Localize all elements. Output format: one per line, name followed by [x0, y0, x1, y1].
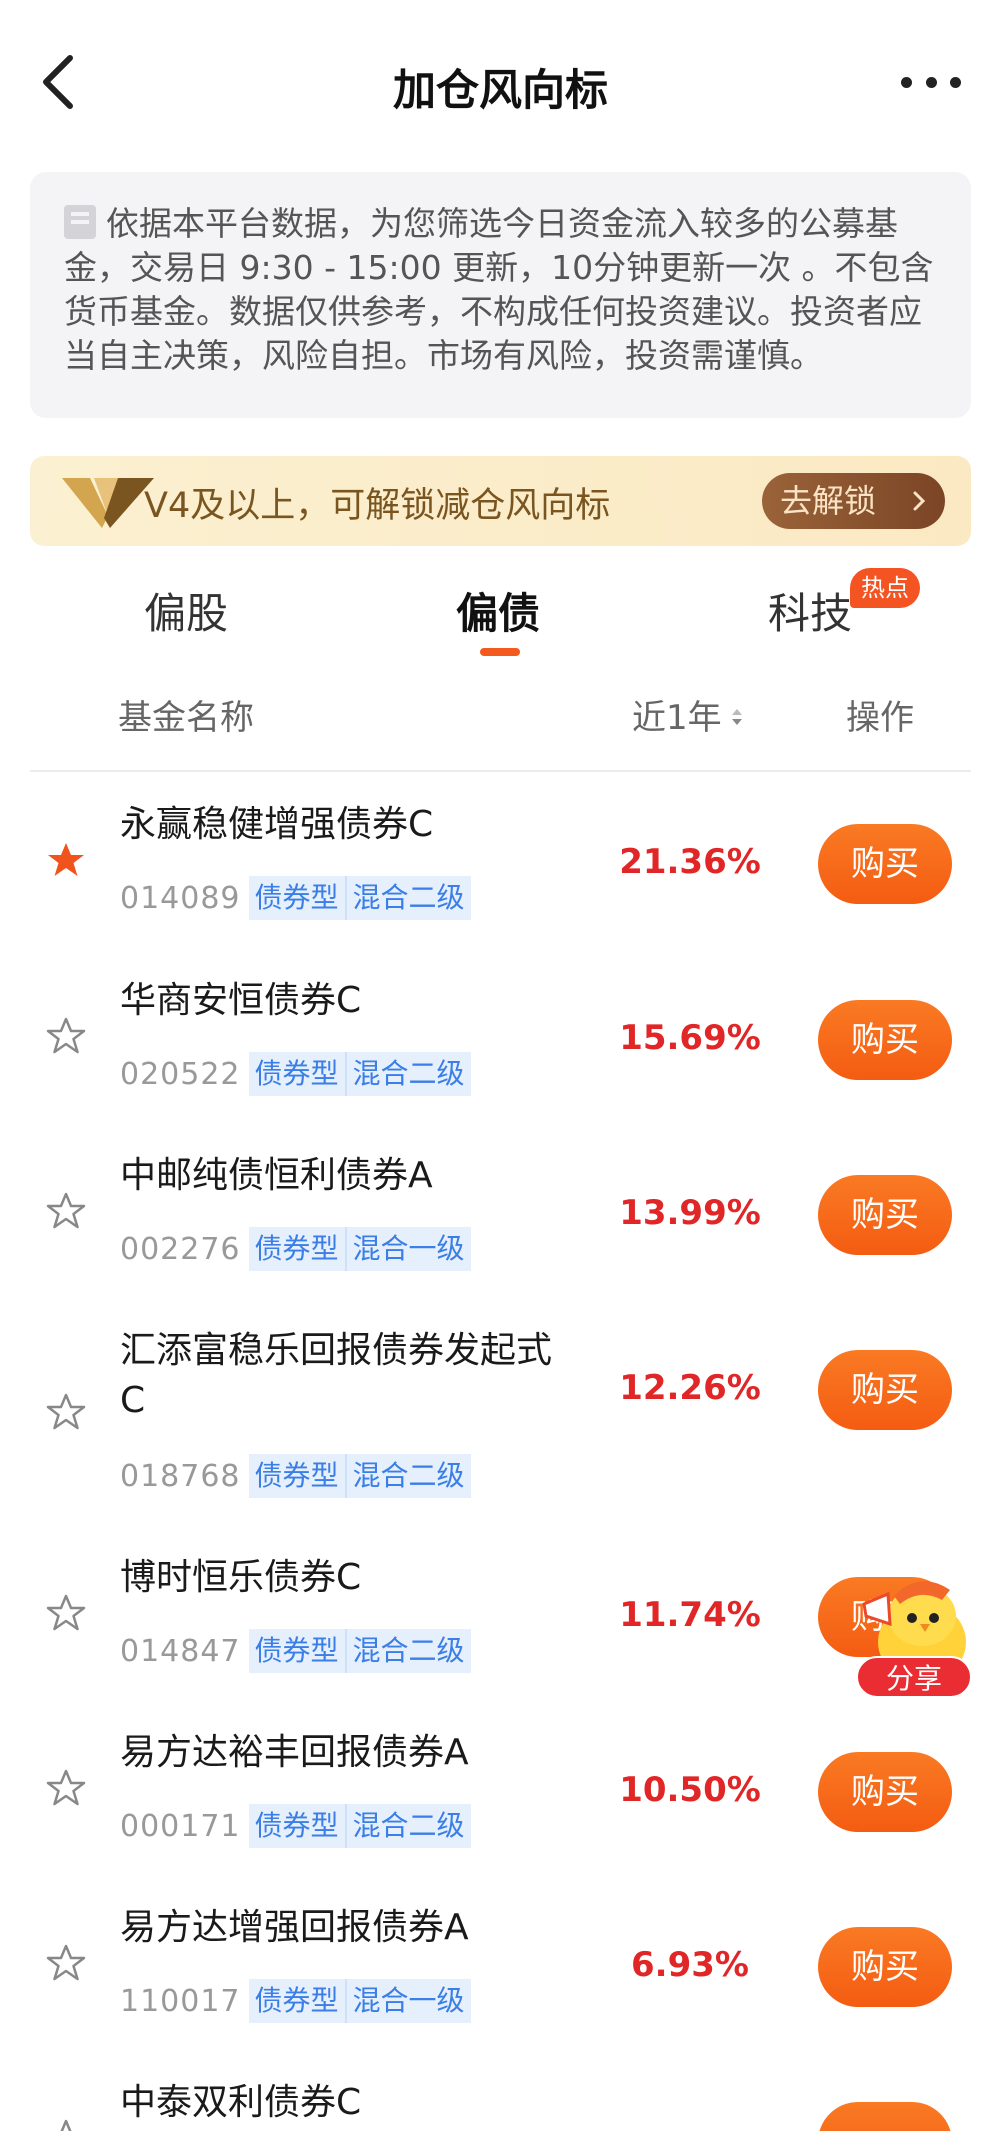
- tab-stock[interactable]: 偏股: [144, 580, 228, 641]
- fund-subtype-tag: 混合二级: [344, 1052, 471, 1096]
- star-filled-icon[interactable]: [46, 840, 86, 880]
- fund-name[interactable]: 中泰双利债券C: [120, 2078, 580, 2128]
- return-value: 10.50%: [619, 1770, 761, 1810]
- table-row: 中泰双利债券C: [0, 2068, 1001, 2131]
- fund-name[interactable]: 易方达裕丰回报债券A: [120, 1728, 580, 1778]
- fund-name[interactable]: 中邮纯债恒利债券A: [120, 1151, 580, 1201]
- more-icon[interactable]: [901, 70, 961, 94]
- star-outline-icon[interactable]: [46, 2118, 86, 2131]
- buy-button[interactable]: [818, 2102, 952, 2131]
- page-title: 加仓风向标: [393, 66, 608, 116]
- fund-code: 002276: [120, 1231, 241, 1267]
- buy-button[interactable]: 购买: [818, 1752, 952, 1832]
- table-row: 永赢稳健增强债券C 014089 债券型 混合二级 21.36% 购买: [0, 790, 1001, 960]
- fund-code: 018768: [120, 1458, 241, 1494]
- star-outline-icon[interactable]: [46, 1191, 86, 1231]
- column-1y-return-label: 近1年: [632, 698, 722, 738]
- return-value: 12.26%: [619, 1368, 761, 1408]
- unlock-button[interactable]: 去解锁: [762, 473, 945, 529]
- buy-button[interactable]: 购买: [818, 824, 952, 904]
- fund-meta: 002276 债券型 混合一级: [120, 1227, 471, 1271]
- disclaimer-text: 依据本平台数据，为您筛选今日资金流入较多的公募基金，交易日 9:30 - 15:…: [64, 204, 934, 375]
- fund-name[interactable]: 汇添富稳乐回报债券发起式C: [120, 1326, 570, 1426]
- disclaimer-notice: 依据本平台数据，为您筛选今日资金流入较多的公募基金，交易日 9:30 - 15:…: [30, 172, 971, 418]
- return-value: 6.93%: [631, 1945, 749, 1985]
- table-row: 汇添富稳乐回报债券发起式C 018768 债券型 混合二级 12.26% 购买: [0, 1316, 1001, 1541]
- star-outline-icon[interactable]: [46, 1593, 86, 1633]
- buy-button[interactable]: 购买: [818, 1000, 952, 1080]
- sort-icon: [731, 709, 742, 725]
- fund-subtype-tag: 混合一级: [344, 1979, 471, 2023]
- return-value: 11.74%: [619, 1595, 761, 1635]
- table-row: 易方达增强回报债券A 110017 债券型 混合一级 6.93% 购买: [0, 1893, 1001, 2063]
- fund-name[interactable]: 易方达增强回报债券A: [120, 1903, 580, 1953]
- column-fund-name: 基金名称: [118, 698, 254, 738]
- share-button[interactable]: 分享: [856, 1656, 972, 1698]
- return-value: 13.99%: [619, 1193, 761, 1233]
- table-header: 基金名称 近1年 操作: [0, 690, 1001, 740]
- fund-code: 110017: [120, 1983, 241, 2019]
- star-outline-icon[interactable]: [46, 1392, 86, 1432]
- tab-tech[interactable]: 科技: [768, 580, 852, 641]
- fund-meta: 018768 债券型 混合二级: [120, 1454, 471, 1498]
- fund-code: 000171: [120, 1808, 241, 1844]
- table-row: 中邮纯债恒利债券A 002276 债券型 混合一级 13.99% 购买: [0, 1141, 1001, 1311]
- fund-meta: 020522 债券型 混合二级: [120, 1052, 471, 1096]
- fund-meta: 110017 债券型 混合一级: [120, 1979, 471, 2023]
- fund-subtype-tag: 混合二级: [344, 1454, 471, 1498]
- fund-name[interactable]: 永赢稳健增强债券C: [120, 800, 580, 850]
- buy-button[interactable]: 购买: [818, 1350, 952, 1430]
- vip-unlock-text: V4及以上，可解锁减仓风向标: [144, 486, 611, 526]
- chevron-right-icon: [913, 491, 926, 511]
- active-tab-indicator: [480, 648, 520, 656]
- fund-code: 014847: [120, 1633, 241, 1669]
- unlock-button-label: 去解锁: [780, 482, 877, 520]
- fund-code: 020522: [120, 1056, 241, 1092]
- fund-meta: 000171 债券型 混合二级: [120, 1804, 471, 1848]
- star-outline-icon[interactable]: [46, 1943, 86, 1983]
- fund-meta: 014847 债券型 混合二级: [120, 1629, 471, 1673]
- fund-subtype-tag: 混合二级: [344, 1804, 471, 1848]
- vip-unlock-banner[interactable]: V4及以上，可解锁减仓风向标 去解锁: [30, 456, 971, 546]
- fund-type-tag: 债券型: [248, 1227, 345, 1271]
- fund-type-tag: 债券型: [248, 1979, 345, 2023]
- return-value: 21.36%: [619, 842, 761, 882]
- tab-bond[interactable]: 偏债: [456, 580, 540, 641]
- table-row: 易方达裕丰回报债券A 000171 债券型 混合二级 10.50% 购买: [0, 1718, 1001, 1888]
- table-row: 华商安恒债券C 020522 债券型 混合二级 15.69% 购买: [0, 966, 1001, 1136]
- page: 加仓风向标 依据本平台数据，为您筛选今日资金流入较多的公募基金，交易日 9:30…: [0, 0, 1001, 2131]
- fund-type-tag: 债券型: [248, 1454, 345, 1498]
- fund-subtype-tag: 混合二级: [344, 876, 471, 920]
- column-action: 操作: [846, 698, 914, 738]
- top-bar: 加仓风向标: [0, 0, 1001, 165]
- divider: [30, 770, 971, 772]
- fund-name[interactable]: 华商安恒债券C: [120, 976, 580, 1026]
- fund-type-tag: 债券型: [248, 1629, 345, 1673]
- fund-subtype-tag: 混合一级: [344, 1227, 471, 1271]
- star-outline-icon[interactable]: [46, 1016, 86, 1056]
- hot-badge: 热点: [850, 568, 920, 608]
- buy-button[interactable]: 购买: [818, 1175, 952, 1255]
- fund-type-tag: 债券型: [248, 876, 345, 920]
- fund-type-tag: 债券型: [248, 1052, 345, 1096]
- fund-code: 014089: [120, 880, 241, 916]
- fund-meta: 014089 债券型 混合二级: [120, 876, 471, 920]
- fund-name[interactable]: 博时恒乐债券C: [120, 1553, 580, 1603]
- star-outline-icon[interactable]: [46, 1768, 86, 1808]
- column-1y-return[interactable]: 近1年: [632, 690, 744, 739]
- fund-type-tag: 债券型: [248, 1804, 345, 1848]
- return-value: 15.69%: [619, 1018, 761, 1058]
- buy-button[interactable]: 购买: [818, 1927, 952, 2007]
- document-icon: [64, 205, 96, 239]
- fund-subtype-tag: 混合二级: [344, 1629, 471, 1673]
